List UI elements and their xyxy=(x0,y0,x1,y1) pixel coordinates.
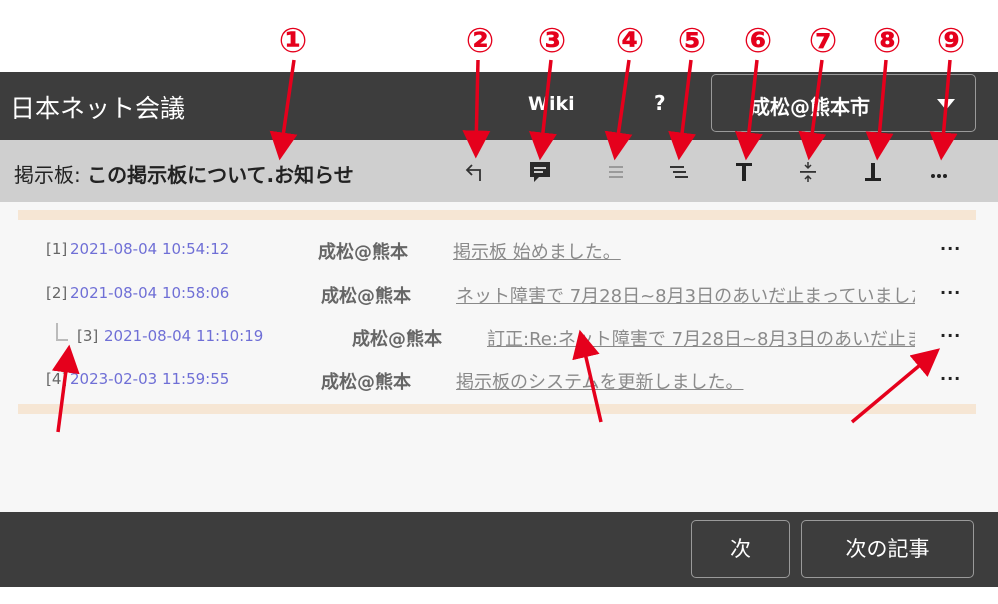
list-bottom-divider xyxy=(18,404,976,414)
board-title: 掲示板: この掲示板について.お知らせ xyxy=(14,159,354,188)
annotation-6: ⑥ xyxy=(743,21,773,61)
post-title[interactable]: ネット障害で 7月28日~8月3日のあいだ止まっていました xyxy=(456,282,915,308)
post-more-icon[interactable]: ··· xyxy=(940,369,961,388)
post-title[interactable]: 掲示板 始めました。 xyxy=(453,238,915,264)
footer-bar: 次 次の記事 xyxy=(0,512,998,587)
post-timestamp[interactable]: 2021-08-04 11:10:19 xyxy=(104,327,263,345)
user-menu-label: 成松@熊本市 xyxy=(750,95,870,119)
post-timestamp[interactable]: 2021-08-04 10:58:06 xyxy=(70,284,229,302)
post-number: [4] xyxy=(46,370,68,388)
post-title[interactable]: 掲示板のシステムを更新しました。 xyxy=(456,368,915,394)
post-author: 成松@熊本 xyxy=(318,242,408,263)
post-list: [1] 2021-08-04 10:54:12 成松@熊本 掲示板 始めました。… xyxy=(0,202,998,512)
post-author: 成松@熊本 xyxy=(352,329,442,350)
expand-collapse-icon[interactable] xyxy=(790,154,826,190)
next-article-button[interactable]: 次の記事 xyxy=(801,520,974,578)
board-toolbar: 掲示板: この掲示板について.お知らせ xyxy=(0,140,998,202)
annotation-3: ③ xyxy=(537,21,567,61)
list-item: [4] 2023-02-03 11:59:55 成松@熊本 掲示板のシステムを更… xyxy=(0,366,998,402)
post-timestamp[interactable]: 2023-02-03 11:59:55 xyxy=(70,370,229,388)
post-timestamp[interactable]: 2021-08-04 10:54:12 xyxy=(70,240,229,258)
board-title-name: この掲示板について.お知らせ xyxy=(87,163,354,187)
wiki-link[interactable]: Wiki xyxy=(528,93,575,115)
list-item: [2] 2021-08-04 10:58:06 成松@熊本 ネット障害で 7月2… xyxy=(0,280,998,316)
annotation-1: ① xyxy=(278,21,308,61)
list-top-divider xyxy=(18,210,976,220)
user-menu-button[interactable]: 成松@熊本市 xyxy=(711,74,976,132)
post-author: 成松@熊本 xyxy=(321,286,411,307)
reply-icon[interactable] xyxy=(458,154,494,190)
list-flat-icon[interactable] xyxy=(598,154,634,190)
next-button[interactable]: 次 xyxy=(691,520,790,578)
post-more-icon[interactable]: ··· xyxy=(940,239,961,258)
annotation-9: ⑨ xyxy=(936,21,966,61)
annotation-8: ⑧ xyxy=(872,21,902,61)
list-threaded-icon[interactable] xyxy=(660,154,696,190)
help-link[interactable]: ? xyxy=(654,91,666,115)
comment-icon[interactable] xyxy=(522,154,558,190)
jump-bottom-icon[interactable] xyxy=(855,154,891,190)
post-more-icon[interactable]: ··· xyxy=(940,283,961,302)
jump-top-icon[interactable] xyxy=(726,154,762,190)
post-number: [2] xyxy=(46,284,68,302)
header-bar: 日本ネット会議 Wiki ? 成松@熊本市 xyxy=(0,72,998,140)
post-number: [1] xyxy=(46,240,68,258)
board-title-prefix: 掲示板: xyxy=(14,163,88,187)
more-icon[interactable] xyxy=(921,154,957,190)
annotation-7: ⑦ xyxy=(808,21,838,61)
post-number: [3] xyxy=(77,327,99,345)
thread-branch-line xyxy=(56,323,68,341)
annotation-4: ④ xyxy=(615,21,645,61)
app-title[interactable]: 日本ネット会議 xyxy=(10,89,185,125)
post-author: 成松@熊本 xyxy=(321,372,411,393)
post-more-icon[interactable]: ··· xyxy=(940,326,961,345)
post-title[interactable]: 訂正:Re:ネット障害で 7月28日~8月3日のあいだ止まっていました xyxy=(487,325,915,351)
annotation-5: ⑤ xyxy=(677,21,707,61)
chevron-down-icon xyxy=(937,99,955,110)
annotation-2: ② xyxy=(465,21,495,61)
list-item: [3] 2021-08-04 11:10:19 成松@熊本 訂正:Re:ネット障… xyxy=(0,323,998,359)
list-item: [1] 2021-08-04 10:54:12 成松@熊本 掲示板 始めました。… xyxy=(0,236,998,272)
